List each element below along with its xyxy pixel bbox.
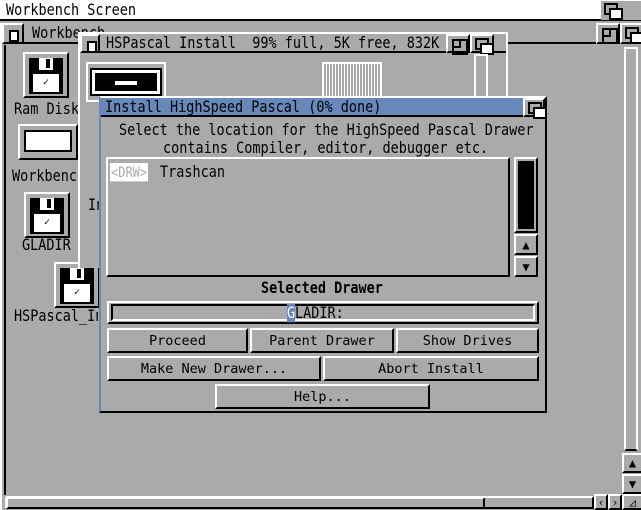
workbench-vertical-scrollbar[interactable] bbox=[624, 47, 638, 451]
dialog-title: Install_HighSpeed_Pascal (0% done) bbox=[105, 98, 382, 117]
scroll-left-arrow[interactable]: ‹ bbox=[594, 494, 608, 510]
drawer-list[interactable]: <DRW> Trashcan bbox=[106, 157, 510, 277]
horizontal-scroll-track[interactable] bbox=[6, 496, 594, 509]
proceed-label: Proceed bbox=[149, 332, 206, 349]
workbench-disk-icon[interactable] bbox=[18, 124, 78, 160]
hspascal-close-gadget[interactable] bbox=[80, 34, 100, 53]
dialog-message-line2: contains Compiler, editor, debugger etc. bbox=[163, 139, 489, 158]
hspascal-disk-icon[interactable]: ✓ bbox=[54, 262, 100, 308]
workbench-close-gadget[interactable] bbox=[2, 23, 24, 44]
abort-install-label: Abort Install bbox=[378, 360, 484, 377]
hspascal-title-bar[interactable]: HSPascal_Install 99% full, 5K free, 832K bbox=[80, 34, 506, 55]
hspascal-depth-gadget[interactable] bbox=[470, 34, 494, 55]
hspascal-zoom-gadget[interactable] bbox=[446, 34, 470, 55]
show-drives-button[interactable]: Show Drives bbox=[396, 328, 539, 353]
show-drives-label: Show Drives bbox=[422, 332, 513, 349]
scroll-right-arrow[interactable]: › bbox=[608, 494, 622, 510]
scroll-down-arrow[interactable]: ▼ bbox=[622, 474, 641, 494]
workbench-depth-gadget[interactable] bbox=[620, 23, 641, 44]
list-scroll-up[interactable]: ▲ bbox=[514, 234, 538, 255]
dialog-title-bar[interactable]: Install_HighSpeed_Pascal (0% done) bbox=[101, 98, 547, 119]
gladir-disk-icon[interactable]: ✓ bbox=[24, 192, 70, 238]
list-item[interactable]: <DRW> Trashcan bbox=[110, 163, 500, 182]
workbench-zoom-gadget[interactable] bbox=[596, 23, 620, 44]
screen-title: Workbench Screen bbox=[6, 1, 137, 20]
parent-drawer-label: Parent Drawer bbox=[269, 332, 375, 349]
dialog-depth-gadget[interactable] bbox=[523, 98, 547, 119]
size-gadget[interactable]: ◿ bbox=[622, 494, 641, 510]
make-new-drawer-button[interactable]: Make New Drawer... bbox=[107, 356, 321, 381]
install-dialog: Install_HighSpeed_Pascal (0% done) Selec… bbox=[99, 96, 547, 413]
ram-disk-icon[interactable]: ✓ bbox=[23, 52, 69, 98]
icon-label-hspascal[interactable]: HSPascal_Install bbox=[14, 307, 98, 325]
selected-drawer-label: Selected Drawer bbox=[261, 279, 383, 298]
list-scroll-knob[interactable] bbox=[518, 161, 534, 229]
icon-label-ram-disk[interactable]: Ram Disk bbox=[14, 100, 79, 118]
help-button[interactable]: Help... bbox=[215, 384, 430, 409]
icon-label-gladir[interactable]: GLADIR bbox=[22, 236, 71, 254]
selected-drawer-cursor: G bbox=[287, 304, 296, 323]
list-scroll-down[interactable]: ▼ bbox=[514, 256, 538, 277]
list-item-tag: <DRW> bbox=[110, 163, 149, 182]
help-label: Help... bbox=[294, 388, 351, 405]
make-new-drawer-label: Make New Drawer... bbox=[140, 360, 288, 377]
hspascal-title: HSPascal_Install 99% full, 5K free, 832K bbox=[106, 34, 440, 53]
scroll-up-arrow[interactable]: ▲ bbox=[622, 453, 641, 473]
parent-drawer-button[interactable]: Parent Drawer bbox=[250, 328, 394, 353]
workbench-left-border bbox=[4, 45, 6, 495]
icon-label-workbench[interactable]: Workbench bbox=[12, 167, 85, 185]
abort-install-button[interactable]: Abort Install bbox=[323, 356, 539, 381]
list-item-name: Trashcan bbox=[160, 163, 226, 182]
list-scrollbar[interactable] bbox=[514, 157, 538, 233]
proceed-button[interactable]: Proceed bbox=[107, 328, 248, 353]
selected-drawer-field[interactable]: G LADIR: bbox=[107, 301, 539, 324]
screen-title-bar: Workbench Screen bbox=[0, 0, 641, 21]
selected-drawer-value: LADIR: bbox=[295, 304, 344, 323]
dialog-message-line1: Select the location for the HighSpeed Pa… bbox=[119, 121, 534, 140]
screen-depth-gadget[interactable] bbox=[601, 1, 641, 20]
